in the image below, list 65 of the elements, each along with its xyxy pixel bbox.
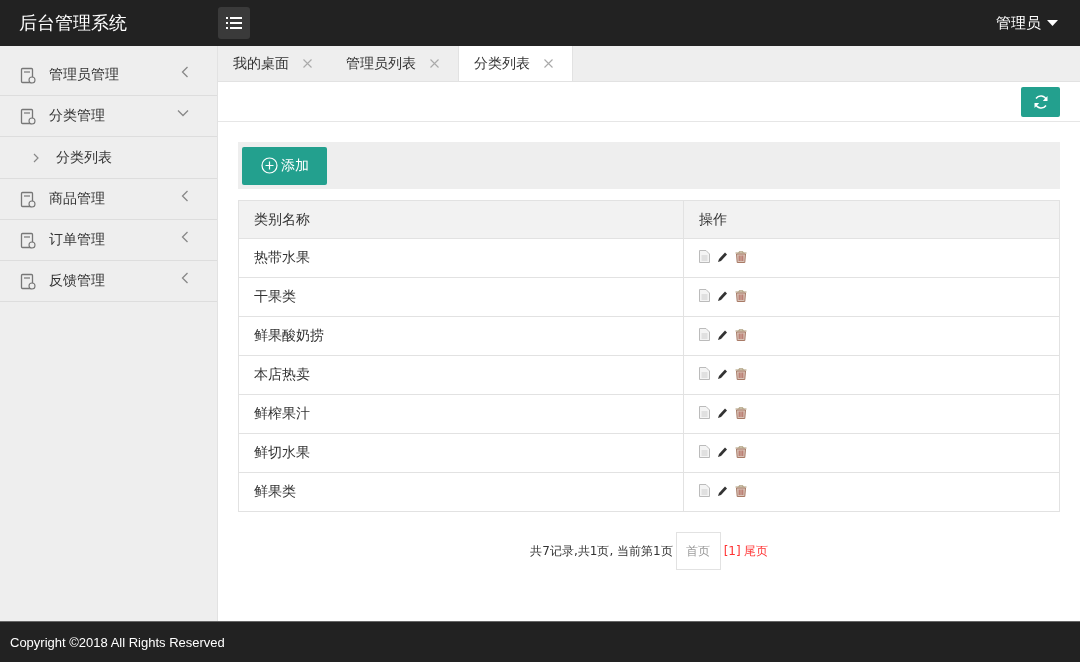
pencil-icon[interactable] — [717, 367, 728, 380]
sidebar-item[interactable]: 商品管理 — [0, 179, 217, 220]
user-menu[interactable]: 管理员 — [996, 13, 1058, 33]
refresh-button[interactable] — [1021, 86, 1060, 117]
trash-icon[interactable] — [735, 406, 747, 419]
trash-icon[interactable] — [735, 289, 747, 302]
pencil-icon[interactable] — [717, 484, 728, 497]
current-page-link[interactable]: [1] — [723, 544, 741, 558]
column-header: 操作 — [683, 200, 1060, 239]
pencil-icon[interactable] — [717, 445, 728, 458]
pencil-icon[interactable] — [717, 406, 728, 419]
document-icon — [20, 190, 36, 208]
sidebar-item[interactable]: 订单管理 — [0, 220, 217, 261]
chevron-left-icon — [181, 272, 189, 284]
table-cell: 鲜切水果 — [238, 433, 684, 473]
chevron-down-icon — [177, 109, 189, 117]
chevron-left-icon — [181, 66, 189, 78]
table-cell: 鲜果类 — [238, 472, 684, 512]
sidebar-subitem[interactable]: 分类列表 — [0, 137, 217, 179]
sidebar-item[interactable]: 反馈管理 — [0, 261, 217, 302]
tab[interactable]: 管理员列表 — [331, 46, 458, 81]
trash-icon[interactable] — [735, 328, 747, 341]
close-icon[interactable] — [430, 59, 439, 68]
caret-down-icon — [1047, 20, 1058, 26]
chevron-left-icon — [181, 190, 189, 202]
pagination-summary: 共7记录,共1页, 当前第1页 — [530, 542, 673, 560]
plus-circle-icon — [260, 157, 278, 174]
document-icon — [20, 66, 36, 84]
table-cell: 鲜榨果汁 — [238, 394, 684, 434]
document-icon[interactable] — [699, 406, 710, 419]
trash-icon[interactable] — [735, 250, 747, 263]
column-header: 类别名称 — [238, 200, 684, 239]
document-icon[interactable] — [699, 367, 710, 380]
chevron-left-icon — [181, 231, 189, 243]
close-icon[interactable] — [544, 59, 553, 68]
document-icon[interactable] — [699, 289, 710, 302]
document-icon[interactable] — [699, 445, 710, 458]
trash-icon[interactable] — [735, 484, 747, 497]
refresh-icon — [1032, 93, 1049, 110]
trash-icon[interactable] — [735, 367, 747, 380]
document-icon — [20, 107, 36, 125]
menu-icon — [226, 17, 242, 29]
document-icon[interactable] — [699, 484, 710, 497]
pencil-icon[interactable] — [717, 250, 728, 263]
table-cell: 本店热卖 — [238, 355, 684, 395]
table-cell: 干果类 — [238, 277, 684, 317]
table-cell: 热带水果 — [238, 238, 684, 278]
trash-icon[interactable] — [735, 445, 747, 458]
document-icon[interactable] — [699, 328, 710, 341]
copyright-text: Copyright ©2018 All Rights Reserved — [10, 634, 225, 650]
chevron-right-icon — [33, 152, 39, 163]
last-page-link[interactable]: 尾页 — [743, 542, 768, 560]
pencil-icon[interactable] — [717, 289, 728, 302]
sidebar-item[interactable]: 分类管理 — [0, 96, 217, 137]
document-icon[interactable] — [699, 250, 710, 263]
pencil-icon[interactable] — [717, 328, 728, 341]
document-icon — [20, 231, 36, 249]
close-icon[interactable] — [303, 59, 312, 68]
tab[interactable]: 分类列表 — [458, 46, 573, 81]
table-cell: 鲜果酸奶捞 — [238, 316, 684, 356]
tab[interactable]: 我的桌面 — [218, 46, 331, 81]
document-icon — [20, 272, 36, 290]
sidebar-item[interactable]: 管理员管理 — [0, 55, 217, 96]
app-title: 后台管理系统 — [18, 11, 128, 35]
menu-button[interactable] — [218, 7, 250, 39]
